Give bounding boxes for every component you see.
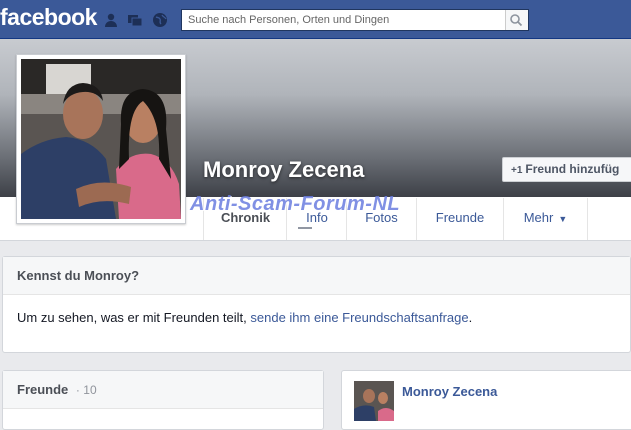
tab-mehr[interactable]: Mehr ▼ bbox=[503, 198, 588, 240]
friends-card-title: Freunde bbox=[17, 382, 69, 397]
post-author-avatar[interactable] bbox=[354, 381, 394, 421]
know-card-title: Kennst du Monroy? bbox=[3, 257, 630, 295]
watermark: Anti-Scam-Forum-NL bbox=[190, 193, 401, 215]
send-friend-request-link[interactable]: sende ihm eine Freundschaftsanfrage bbox=[250, 310, 468, 325]
search-box bbox=[181, 9, 529, 31]
friends-count: · 10 bbox=[76, 383, 97, 397]
notifications-globe-icon[interactable] bbox=[152, 12, 168, 28]
avatar-image bbox=[354, 381, 394, 421]
messages-icon[interactable] bbox=[127, 12, 143, 28]
profile-name[interactable]: Monroy Zecena bbox=[203, 157, 364, 183]
tab-mehr-label: Mehr bbox=[523, 210, 554, 225]
tab-info-indicator bbox=[298, 227, 312, 229]
search-button[interactable] bbox=[505, 10, 528, 30]
profile-photo-image bbox=[21, 59, 181, 219]
search-input[interactable] bbox=[182, 10, 508, 30]
add-friend-label: Freund hinzufüg bbox=[525, 162, 620, 176]
friends-count-separator: · bbox=[75, 383, 80, 397]
search-icon bbox=[510, 14, 523, 27]
friends-card-header[interactable]: Freunde · 10 bbox=[3, 371, 323, 409]
profile-picture[interactable] bbox=[16, 54, 186, 224]
friend-requests-icon[interactable] bbox=[103, 12, 119, 28]
post-author-name[interactable]: Monroy Zecena bbox=[402, 384, 497, 399]
tab-freunde-label: Freunde bbox=[435, 210, 485, 225]
timeline-post-card: Monroy Zecena bbox=[341, 370, 631, 430]
friends-card: Freunde · 10 bbox=[2, 370, 324, 430]
top-bar: facebook bbox=[0, 0, 631, 39]
chevron-down-icon: ▼ bbox=[558, 214, 568, 224]
know-card-period: . bbox=[468, 310, 473, 325]
tab-freunde[interactable]: Freunde bbox=[416, 198, 503, 240]
know-card-body: Um zu sehen, was er mit Freunden teilt, … bbox=[3, 295, 630, 340]
facebook-logo[interactable]: facebook bbox=[0, 4, 97, 31]
know-person-card: Kennst du Monroy? Um zu sehen, was er mi… bbox=[2, 256, 631, 353]
add-friend-icon: +1 bbox=[511, 165, 523, 176]
friends-count-value: 10 bbox=[83, 383, 97, 397]
know-card-text: Um zu sehen, was er mit Freunden teilt, bbox=[17, 310, 251, 325]
add-friend-button[interactable]: +1 Freund hinzufüg bbox=[502, 157, 631, 182]
